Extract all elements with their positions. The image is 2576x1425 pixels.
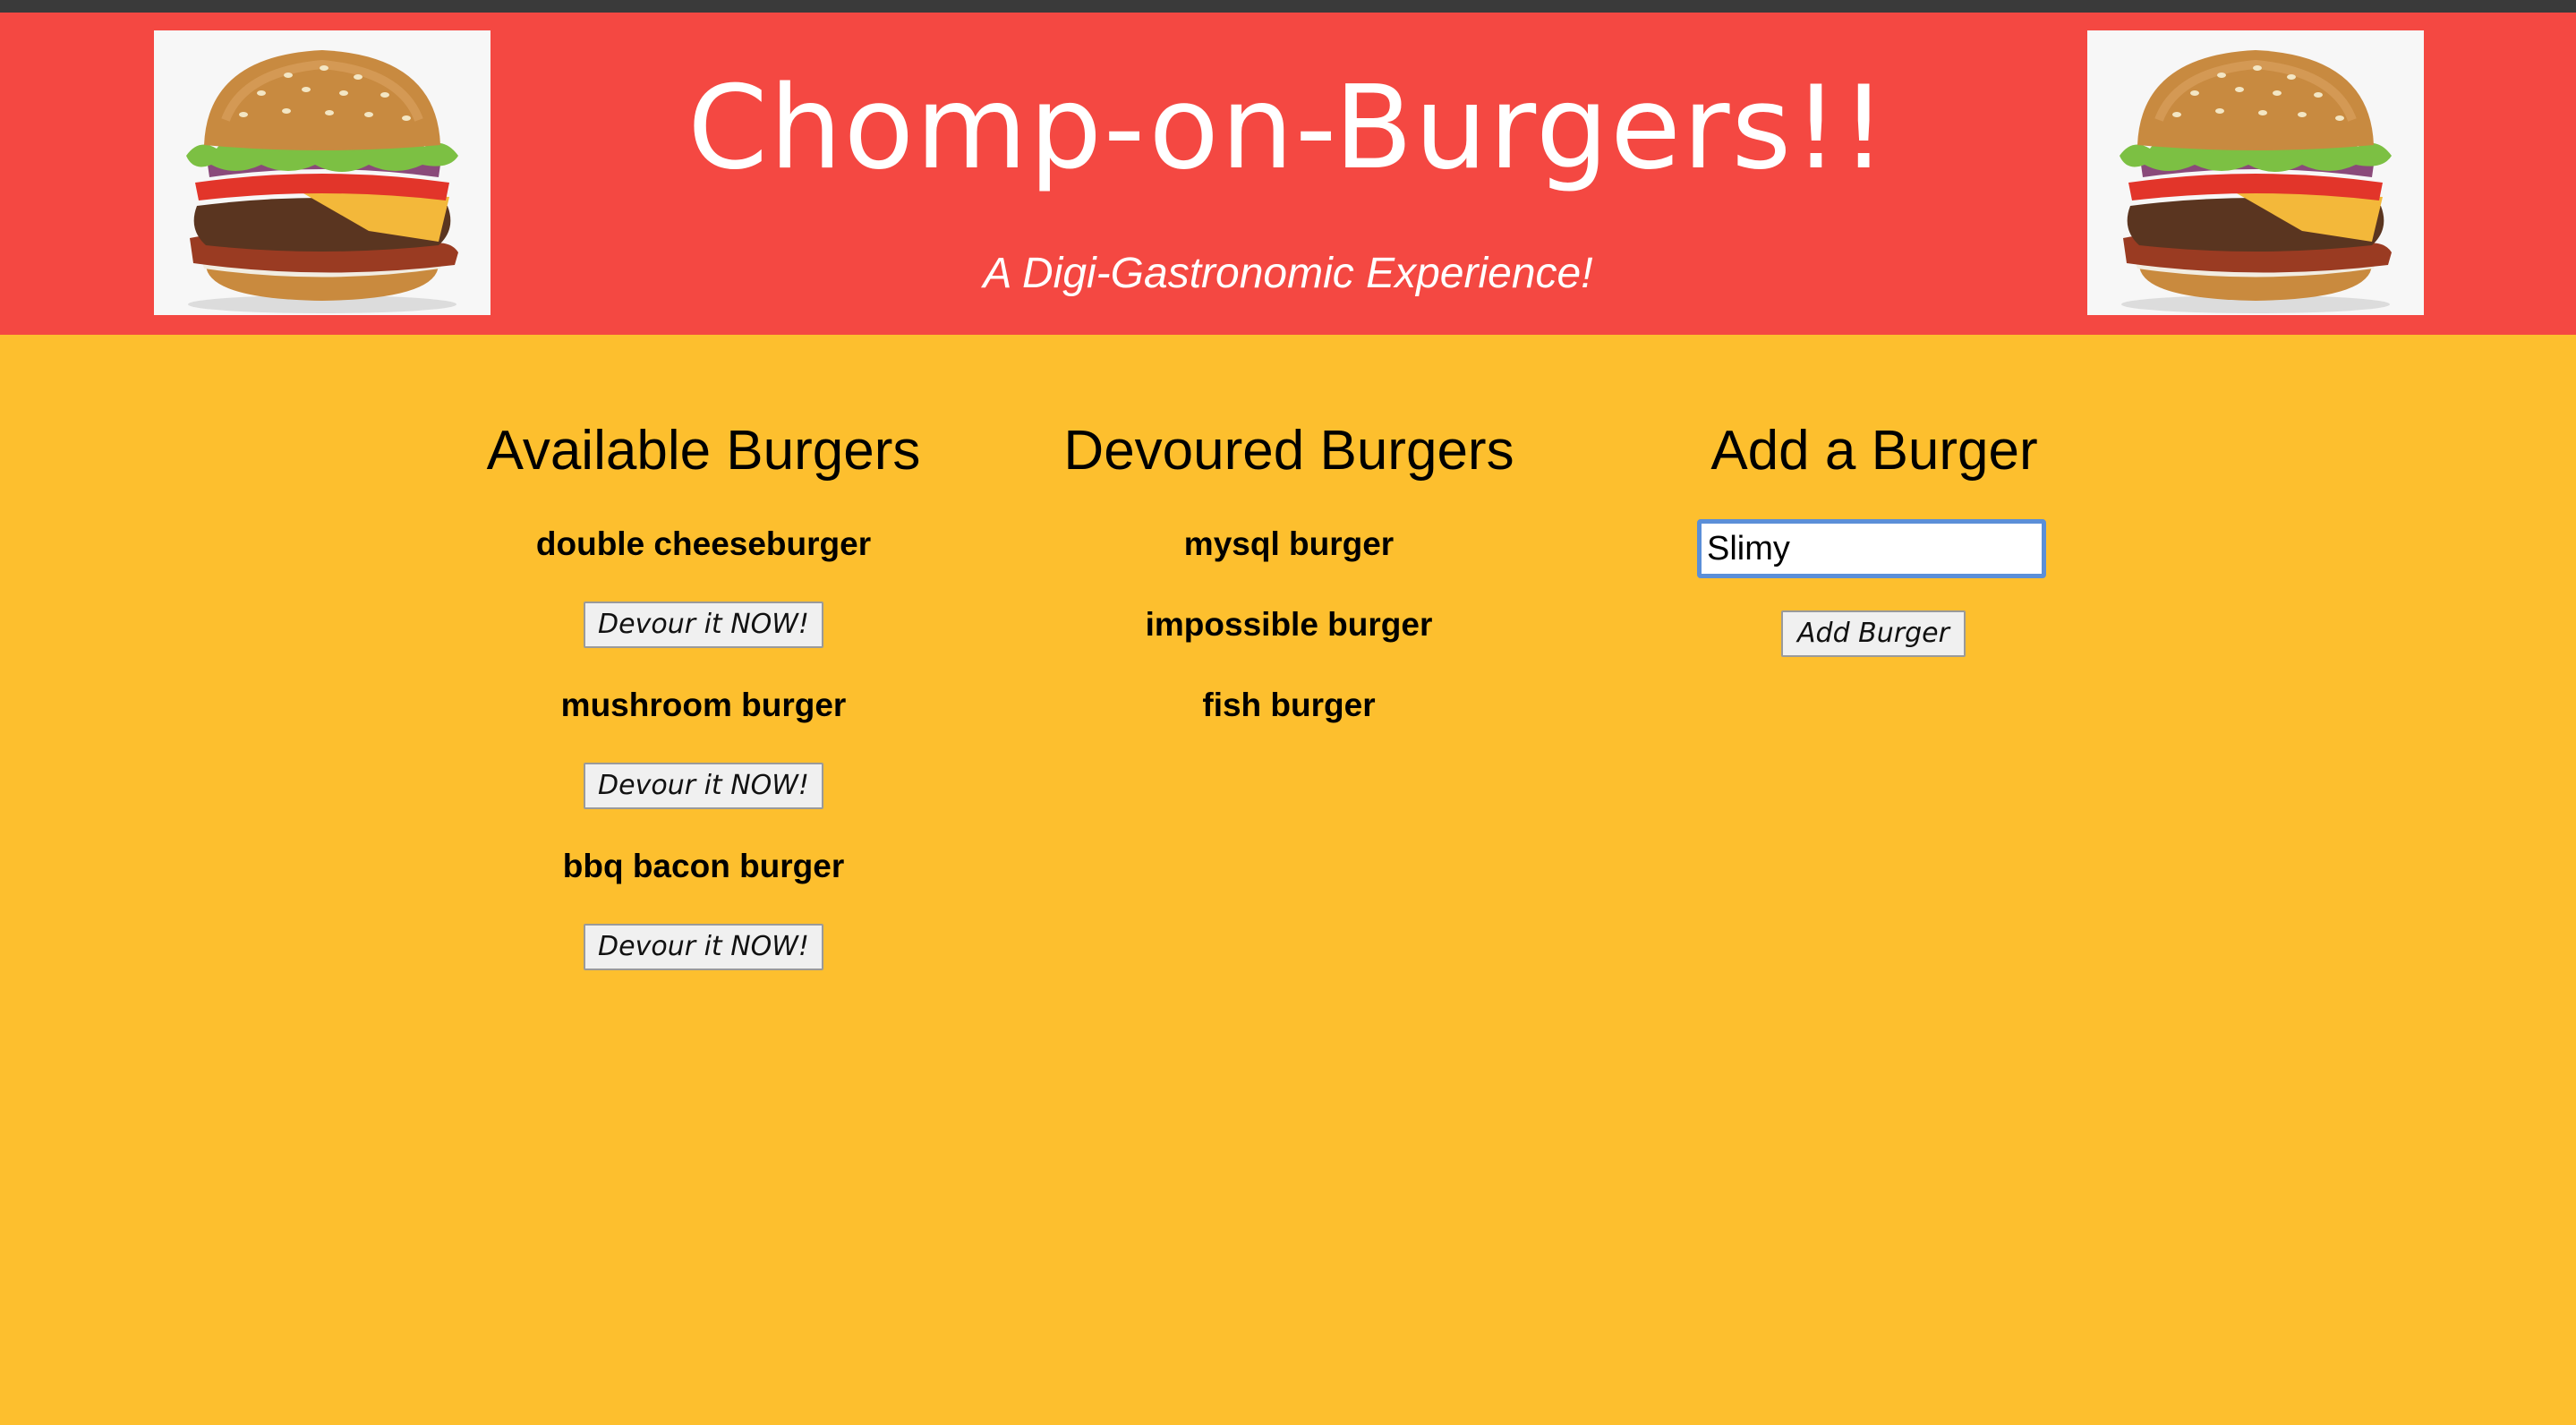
available-burger-item: bbq bacon burger bbox=[562, 848, 845, 884]
devoured-burgers-column: Devoured Burgers mysql burger impossible… bbox=[1011, 419, 1566, 723]
site-header: Chomp-on-Burgers!! A Digi-Gastronomic Ex… bbox=[0, 13, 2576, 335]
devour-button[interactable]: Devour it NOW! bbox=[584, 602, 823, 648]
available-burgers-column: Available Burgers double cheeseburger De… bbox=[426, 419, 981, 970]
available-burgers-heading: Available Burgers bbox=[486, 420, 921, 482]
devoured-burger-item: fish burger bbox=[1202, 687, 1376, 723]
devoured-burgers-heading: Devoured Burgers bbox=[1063, 420, 1514, 482]
burger-name-input[interactable] bbox=[1697, 519, 2046, 578]
add-burger-heading: Add a Burger bbox=[1710, 420, 2038, 482]
header-right-burger-image bbox=[2087, 30, 2424, 315]
add-burger-column: Add a Burger Add Burger bbox=[1597, 419, 2152, 657]
add-burger-button[interactable]: Add Burger bbox=[1781, 610, 1966, 657]
devoured-burger-item: mysql burger bbox=[1183, 525, 1395, 562]
available-burger-item: double cheeseburger bbox=[535, 525, 872, 562]
available-burger-item: mushroom burger bbox=[560, 687, 847, 723]
top-strip bbox=[0, 0, 2576, 13]
devour-button[interactable]: Devour it NOW! bbox=[584, 924, 823, 970]
devour-button[interactable]: Devour it NOW! bbox=[584, 763, 823, 809]
devoured-burger-item: impossible burger bbox=[1145, 606, 1433, 643]
